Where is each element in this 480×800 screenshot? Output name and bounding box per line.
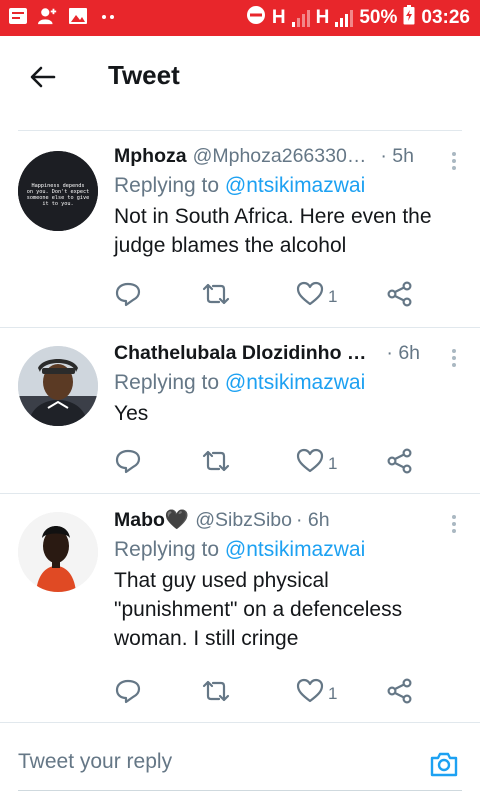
dots-icon (98, 6, 118, 26)
like-count: 1 (328, 683, 338, 703)
author-name[interactable]: Mphoza (114, 145, 187, 168)
network-label-1: H (271, 7, 286, 28)
tweet-actions: 1 (114, 281, 424, 309)
signal-icon-2 (335, 9, 354, 27)
avatar[interactable] (18, 512, 98, 592)
tweet-text: That guy used physical "punishment" on a… (114, 569, 403, 650)
tweet-text: Not in South Africa. Here even the judge… (114, 205, 432, 257)
tweet-content: Mabo🖤 @SibzSibo · 6h Replying to @ntsiki… (114, 508, 452, 653)
retweet-icon[interactable] (200, 678, 232, 704)
page-title: Tweet (108, 60, 180, 90)
tweet-time: · 5h (380, 145, 414, 167)
tweet-text: Yes (114, 402, 149, 425)
reply-icon[interactable] (114, 281, 142, 307)
retweet-icon[interactable] (200, 281, 232, 307)
back-arrow-icon[interactable] (28, 62, 58, 92)
like-button[interactable]: 1 (296, 448, 337, 479)
battery-percent: 50% (359, 7, 398, 28)
retweet-icon[interactable] (200, 448, 232, 474)
reply-icon[interactable] (114, 678, 142, 704)
tweet-author-line: Chathelubala Dlozidinho … · 6h (114, 342, 452, 365)
mention-link[interactable]: @ntsikimazwai (225, 538, 365, 561)
more-options-icon[interactable] (452, 149, 458, 173)
share-icon[interactable] (386, 448, 414, 474)
replying-to-prefix: Replying to (114, 174, 225, 197)
like-count: 1 (328, 286, 338, 306)
status-bar: H H 50% 03:26 (0, 0, 480, 36)
more-options-icon[interactable] (452, 346, 458, 370)
app-header: Tweet (0, 36, 480, 120)
like-count: 1 (328, 453, 338, 473)
heart-icon (296, 281, 324, 312)
mention-link[interactable]: @ntsikimazwai (225, 371, 365, 394)
replying-to-prefix: Replying to (114, 538, 225, 561)
author-name[interactable]: Chathelubala Dlozidinho … (114, 342, 366, 365)
reply-input-underline (18, 790, 462, 791)
tweet-time: · 6h (295, 509, 330, 531)
reply-input[interactable]: Tweet your reply (18, 750, 172, 774)
network-label-2: H (315, 7, 330, 28)
clock: 03:26 (421, 7, 470, 28)
signal-icon-1 (291, 9, 310, 27)
message-icon (8, 6, 28, 26)
avatar[interactable] (18, 346, 98, 426)
replying-to: Replying to @ntsikimazwai (114, 174, 452, 198)
reply-tweet-1[interactable]: Happiness depends on you. Don't expect s… (0, 131, 480, 327)
replying-to: Replying to @ntsikimazwai (114, 538, 452, 562)
share-icon[interactable] (386, 678, 414, 704)
heart-icon (296, 678, 324, 709)
share-icon[interactable] (386, 281, 414, 307)
author-name[interactable]: Mabo🖤 (114, 508, 189, 532)
author-handle[interactable]: @SibzSibo (195, 509, 292, 532)
replying-to: Replying to @ntsikimazwai (114, 371, 452, 395)
add-contact-icon (38, 6, 58, 26)
battery-icon (403, 5, 415, 31)
reply-tweet-2[interactable]: Chathelubala Dlozidinho … · 6h Replying … (0, 328, 480, 493)
like-button[interactable]: 1 (296, 678, 337, 709)
replying-to-prefix: Replying to (114, 371, 225, 394)
reply-tweet-3[interactable]: Mabo🖤 @SibzSibo · 6h Replying to @ntsiki… (0, 494, 480, 722)
tweet-time: · 6h (386, 342, 421, 364)
avatar[interactable]: Happiness depends on you. Don't expect s… (18, 151, 98, 231)
do-not-disturb-icon (246, 5, 266, 31)
mention-link[interactable]: @ntsikimazwai (225, 174, 365, 197)
more-options-icon[interactable] (452, 512, 458, 536)
heart-icon (296, 448, 324, 479)
tweet-content: Mphoza @Mphoza266330… · 5h Replying to @… (114, 145, 452, 260)
tweet-actions: 1 (114, 448, 424, 476)
svg-text:it to you.: it to you. (42, 201, 73, 207)
image-icon (68, 6, 88, 26)
tweet-author-line: Mphoza @Mphoza266330… · 5h (114, 145, 452, 168)
reply-composer: Tweet your reply (0, 722, 480, 800)
like-button[interactable]: 1 (296, 281, 337, 312)
reply-icon[interactable] (114, 448, 142, 474)
tweet-content: Chathelubala Dlozidinho … · 6h Replying … (114, 342, 452, 428)
camera-icon[interactable] (428, 748, 460, 780)
author-handle[interactable]: @Mphoza266330… (193, 145, 367, 168)
tweet-author-line: Mabo🖤 @SibzSibo · 6h (114, 508, 452, 532)
tweet-actions: 1 (114, 678, 424, 706)
